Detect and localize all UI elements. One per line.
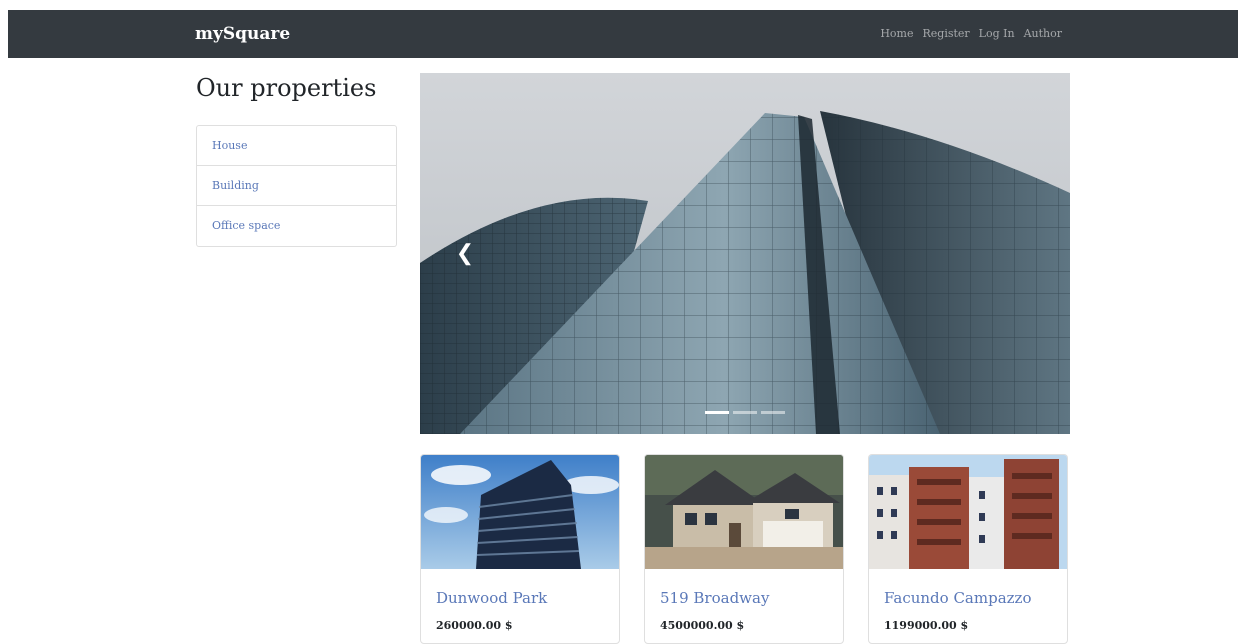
hero-carousel: ❮ [420, 73, 1070, 434]
nav-link-login[interactable]: Log In [979, 27, 1015, 40]
page-title: Our properties [196, 74, 377, 102]
carousel-indicator[interactable] [733, 411, 757, 414]
property-name[interactable]: 519 Broadway [660, 589, 843, 607]
property-image-dunwood-park [421, 455, 619, 569]
category-item-office-space[interactable]: Office space [197, 206, 396, 246]
carousel-indicator[interactable] [761, 411, 785, 414]
carousel-slide-image [420, 73, 1070, 434]
property-price: 260000.00 $ [436, 619, 513, 632]
property-image-519-broadway [645, 455, 843, 569]
property-image-facundo-campazzo [869, 455, 1067, 569]
property-card[interactable]: Facundo Campazzo 1199000.00 $ [868, 454, 1068, 644]
carousel-indicator[interactable] [705, 411, 729, 414]
property-card[interactable]: 519 Broadway 4500000.00 $ [644, 454, 844, 644]
property-card[interactable]: Dunwood Park 260000.00 $ [420, 454, 620, 644]
nav-link-author[interactable]: Author [1024, 27, 1062, 40]
nav-link-home[interactable]: Home [880, 27, 913, 40]
property-name[interactable]: Facundo Campazzo [884, 589, 1067, 607]
property-price: 1199000.00 $ [884, 619, 969, 632]
property-price: 4500000.00 $ [660, 619, 745, 632]
carousel-prev-button[interactable]: ❮ [420, 73, 510, 434]
category-item-house[interactable]: House [197, 126, 396, 166]
brand-link[interactable]: mySquare [195, 24, 290, 44]
navbar: mySquare Home Register Log In Author [8, 10, 1238, 58]
property-name[interactable]: Dunwood Park [436, 589, 619, 607]
nav-links: Home Register Log In Author [880, 27, 1062, 40]
category-item-building[interactable]: Building [197, 166, 396, 206]
nav-link-register[interactable]: Register [922, 27, 969, 40]
chevron-left-icon: ❮ [455, 241, 475, 266]
carousel-indicators [705, 411, 785, 414]
category-list: House Building Office space [196, 125, 397, 247]
